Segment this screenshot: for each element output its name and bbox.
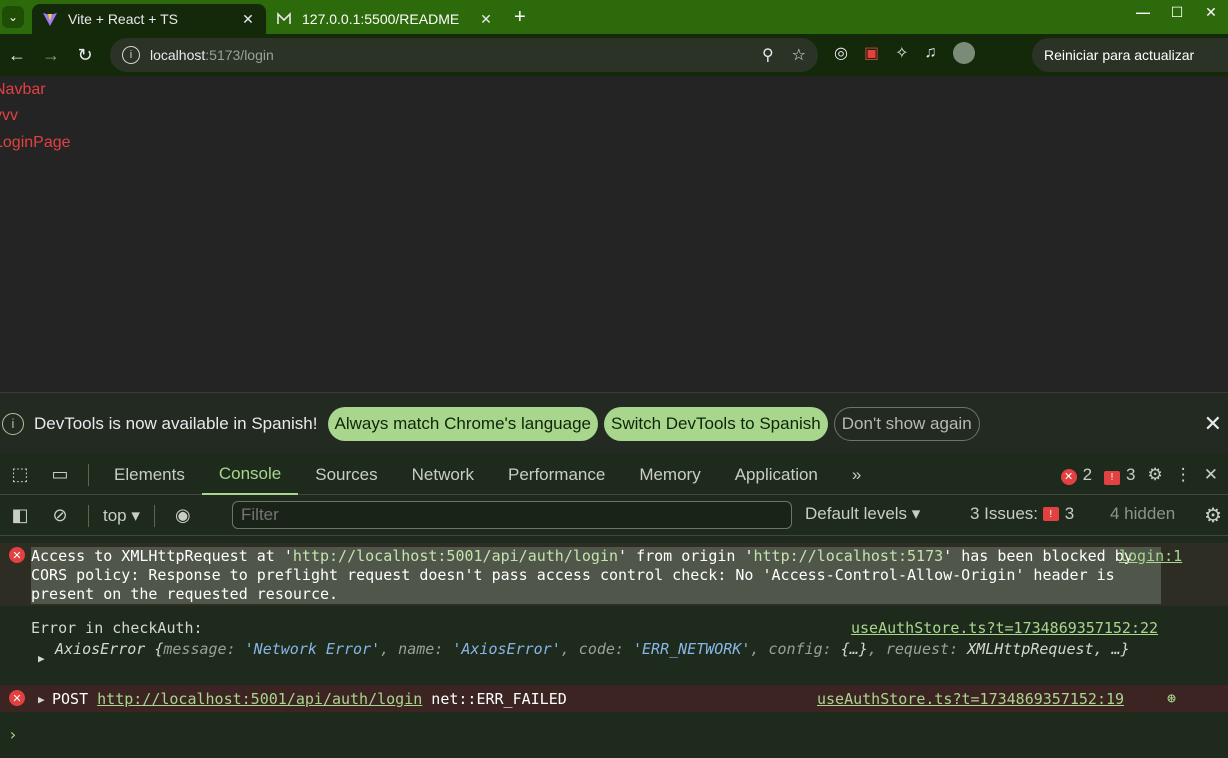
console-message-cors-error[interactable]: ✕ Access to XMLHttpRequest at 'http://lo… [0,543,1228,606]
extension-icons: ◎ ▣ ✧ ♫ [834,42,975,64]
request-url-link[interactable]: http://localhost:5001/api/auth/login [97,690,422,708]
inspect-element-icon[interactable]: ⬚ [0,464,40,485]
expand-triangle-icon[interactable]: ▶ [38,693,45,706]
cors-error-text: Access to XMLHttpRequest at 'http://loca… [31,547,1161,604]
device-toolbar-icon[interactable]: ▭ [40,464,80,485]
always-match-language-button[interactable]: Always match Chrome's language [327,406,598,441]
tab-title: Vite + React + TS [68,11,178,27]
maximize-icon[interactable]: ☐ [1160,4,1194,21]
close-window-icon[interactable]: ✕ [1194,4,1228,21]
devtools-menu-icon[interactable]: ⋮ [1175,465,1192,485]
console-settings-gear-icon[interactable]: ⚙ [1204,503,1222,528]
divider [88,463,89,486]
media-controls-icon[interactable]: ♫ [925,44,937,62]
error-icon: ✕ [9,547,25,563]
bookmark-star-icon[interactable]: ☆ [792,45,806,65]
console-prompt-chevron-icon[interactable]: › [8,725,18,744]
close-tab-icon[interactable]: ✕ [478,11,494,28]
issue-counter[interactable]: ! 3 [1104,465,1136,485]
vite-favicon-icon [42,11,58,27]
url-host: localhost [150,47,206,63]
live-expression-eye-icon[interactable]: ◉ [163,505,203,526]
issue-flag-icon: ! [1104,470,1121,485]
infobar-message: DevTools is now available in Spanish! [34,413,318,433]
tab-memory[interactable]: Memory [622,455,717,495]
close-tab-icon[interactable]: ✕ [240,11,256,28]
more-tabs-chevron-icon[interactable]: » [835,455,878,495]
tab-sources[interactable]: Sources [298,455,394,495]
close-infobar-icon[interactable]: ✕ [1204,411,1222,437]
console-output: ✕ Access to XMLHttpRequest at 'http://lo… [0,537,1228,758]
profile-avatar[interactable] [952,42,975,64]
expand-triangle-icon[interactable]: ▶ [38,652,45,665]
log-levels-dropdown[interactable]: Default levels ▾ [805,504,920,524]
new-tab-plus-icon[interactable]: + [514,6,526,29]
tab-readme[interactable]: 127.0.0.1:5500/README ✕ [266,4,504,34]
divider [88,504,89,527]
page-text-navbar: Navbar [0,81,46,98]
issue-flag-icon: ! [1042,507,1059,521]
zoom-icon[interactable]: ⚲ [762,45,774,65]
context-selector[interactable]: top ▾ [103,506,140,526]
browser-tab-strip: ⌄ Vite + React + TS ✕ 127.0.0.1:5500/REA… [0,0,1228,34]
error-icon: ✕ [9,690,25,706]
devtools-tab-bar: ⬚ ▭ Elements Console Sources Network Per… [0,455,1228,495]
hidden-messages-count: 4 hidden [1110,504,1176,523]
tab-network[interactable]: Network [395,455,491,495]
close-devtools-icon[interactable]: ✕ [1204,465,1218,485]
clear-console-icon[interactable]: ⊘ [40,505,80,526]
address-bar[interactable]: i localhost:5173/login ⚲ ☆ [110,38,818,72]
devtools-settings-gear-icon[interactable]: ⚙ [1148,465,1163,485]
forward-arrow-icon[interactable]: → [34,45,68,66]
page-viewport: Navbar vvv LoginPage [0,76,1228,391]
tab-application[interactable]: Application [718,455,835,495]
post-error-text: POST http://localhost:5001/api/auth/logi… [52,690,567,708]
sidebar-toggle-icon[interactable]: ◧ [0,505,40,526]
tab-console[interactable]: Console [201,455,299,495]
minimize-icon[interactable]: — [1126,4,1160,20]
extensions-puzzle-icon[interactable]: ✧ [895,43,908,63]
switch-to-spanish-button[interactable]: Switch DevTools to Spanish [603,406,828,441]
browser-toolbar: ← → ↻ i localhost:5173/login ⚲ ☆ ◎ ▣ ✧ ♫… [0,34,1228,76]
tab-elements[interactable]: Elements [97,455,202,495]
extension-red-icon[interactable]: ▣ [864,43,879,63]
window-controls: — ☐ ✕ [1126,0,1228,24]
console-filter-input[interactable] [232,501,792,529]
console-toolbar: ◧ ⊘ top ▾ ◉ Default levels ▾ 3 Issues: !… [0,496,1228,536]
tab-title: 127.0.0.1:5500/README [302,11,460,27]
error-counter[interactable]: ✕ 2 [1060,465,1092,485]
source-link-login[interactable]: login:1 [1119,547,1182,565]
tab-performance[interactable]: Performance [491,455,622,495]
dont-show-again-button[interactable]: Don't show again [833,406,980,441]
markdown-favicon-icon [276,11,292,27]
error-icon: ✕ [1060,468,1077,485]
tab-search-chevron-icon[interactable]: ⌄ [2,6,24,28]
page-text-loginpage: LoginPage [0,134,71,151]
site-info-icon[interactable]: i [122,46,140,64]
reload-icon[interactable]: ↻ [68,45,102,66]
tab-vite[interactable]: Vite + React + TS ✕ [32,4,266,34]
axios-error-object[interactable]: AxiosError {message: 'Network Error', na… [55,639,1185,659]
source-link-useauthstore-19[interactable]: useAuthStore.ts?t=1734869357152:19 [817,690,1124,708]
info-icon: i [2,412,24,435]
extension-target-icon[interactable]: ◎ [834,43,848,63]
page-text-vvv: vvv [0,107,18,124]
devtools-language-infobar: i DevTools is now available in Spanish! … [0,392,1228,454]
network-request-icon[interactable]: ⊛ [1167,689,1176,707]
checkauth-error-text: Error in checkAuth: [31,619,203,637]
relaunch-button[interactable]: Reiniciar para actualizar [1032,38,1228,72]
url-path: :5173/login [205,47,274,63]
source-link-useauthstore-22[interactable]: useAuthStore.ts?t=1734869357152:22 [851,619,1158,637]
divider [153,504,155,527]
issues-button[interactable]: 3 Issues: ! 3 [970,504,1074,524]
console-message-post-error[interactable]: ✕ ▶ POST http://localhost:5001/api/auth/… [0,685,1228,712]
back-arrow-icon[interactable]: ← [0,45,34,66]
